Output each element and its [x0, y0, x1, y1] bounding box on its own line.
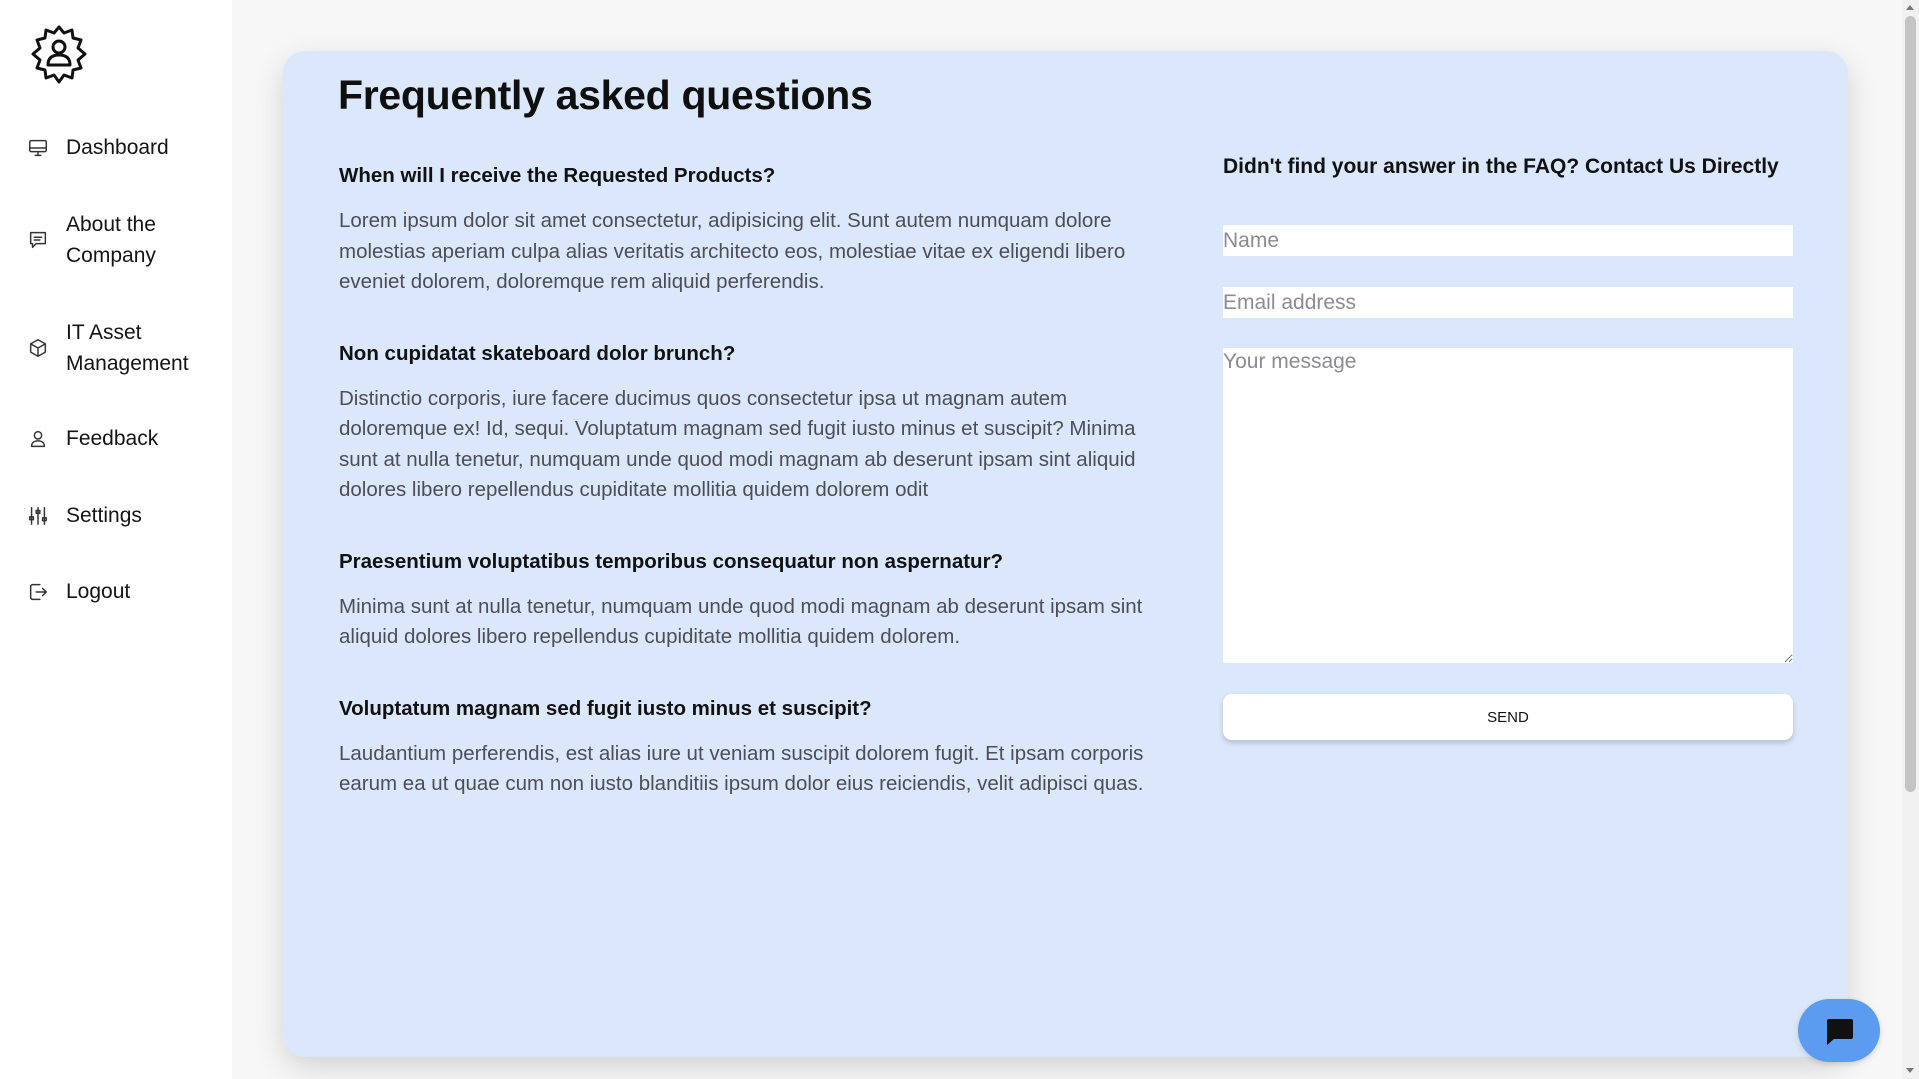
sidebar-item-feedback[interactable]: Feedback [26, 423, 226, 454]
sidebar-item-settings[interactable]: Settings [26, 500, 226, 531]
faq-item: Voluptatum magnam sed fugit iusto minus … [339, 695, 1169, 800]
faq-answer: Distinctio corporis, iure facere ducimus… [339, 386, 1136, 502]
message-field[interactable] [1223, 348, 1793, 663]
faq-answer: Minima sunt at nulla tenetur, numquam un… [339, 594, 1143, 649]
sidebar-item-about[interactable]: About the Company [26, 209, 226, 271]
faq-question: Voluptatum magnam sed fugit iusto minus … [339, 696, 872, 720]
user-icon [26, 427, 50, 451]
sidebar-item-label: Settings [66, 504, 142, 527]
logout-icon [26, 580, 50, 604]
monitor-icon [26, 136, 50, 160]
faq-item: When will I receive the Requested Produc… [339, 162, 1169, 298]
message-icon [26, 228, 50, 252]
box-icon [26, 336, 50, 360]
faq-item: Praesentium voluptatibus temporibus cons… [339, 548, 1169, 653]
faq-answer: Lorem ipsum dolor sit amet consectetur, … [339, 209, 1126, 293]
sidebar-item-logout[interactable]: Logout [26, 576, 226, 607]
sidebar-item-dashboard[interactable]: Dashboard [26, 132, 226, 163]
gear-person-icon[interactable] [27, 23, 91, 87]
faq-question: Non cupidatat skateboard dolor brunch? [339, 341, 736, 365]
faq-answer: Laudantium perferendis, est alias iure u… [339, 741, 1144, 796]
scrollbar[interactable] [1902, 0, 1919, 1079]
sidebar-item-label: Feedback [66, 427, 159, 450]
scroll-down-arrow-icon[interactable] [1906, 1068, 1914, 1073]
sidebar-item-it-asset-management[interactable]: IT Asset Management [26, 317, 226, 379]
faq-item: Non cupidatat skateboard dolor brunch? D… [339, 340, 1169, 506]
contact-title: Didn't find your answer in the FAQ? Cont… [1223, 155, 1779, 178]
name-field[interactable] [1223, 225, 1793, 256]
page-title: Frequently asked questions [338, 72, 873, 118]
scrollbar-thumb[interactable] [1905, 16, 1916, 792]
chat-bubble-icon [1823, 1015, 1855, 1047]
sidebar-item-label: Dashboard [66, 136, 169, 159]
scroll-up-arrow-icon[interactable] [1906, 5, 1914, 10]
sliders-icon [26, 504, 50, 528]
sidebar-item-label: IT Asset Management [66, 321, 189, 375]
sidebar: Dashboard About the Company IT Asset Man… [0, 0, 232, 1079]
sidebar-item-label: About the Company [66, 213, 156, 267]
sidebar-item-label: Logout [66, 580, 131, 603]
email-field[interactable] [1223, 287, 1793, 318]
faq-question: Praesentium voluptatibus temporibus cons… [339, 549, 1004, 573]
faq-question: When will I receive the Requested Produc… [339, 164, 776, 187]
send-button[interactable]: SEND [1223, 694, 1793, 740]
contact-form: Didn't find your answer in the FAQ? Cont… [1223, 152, 1793, 740]
faq-list: When will I receive the Requested Produc… [339, 162, 1169, 842]
chat-button[interactable] [1798, 999, 1880, 1062]
